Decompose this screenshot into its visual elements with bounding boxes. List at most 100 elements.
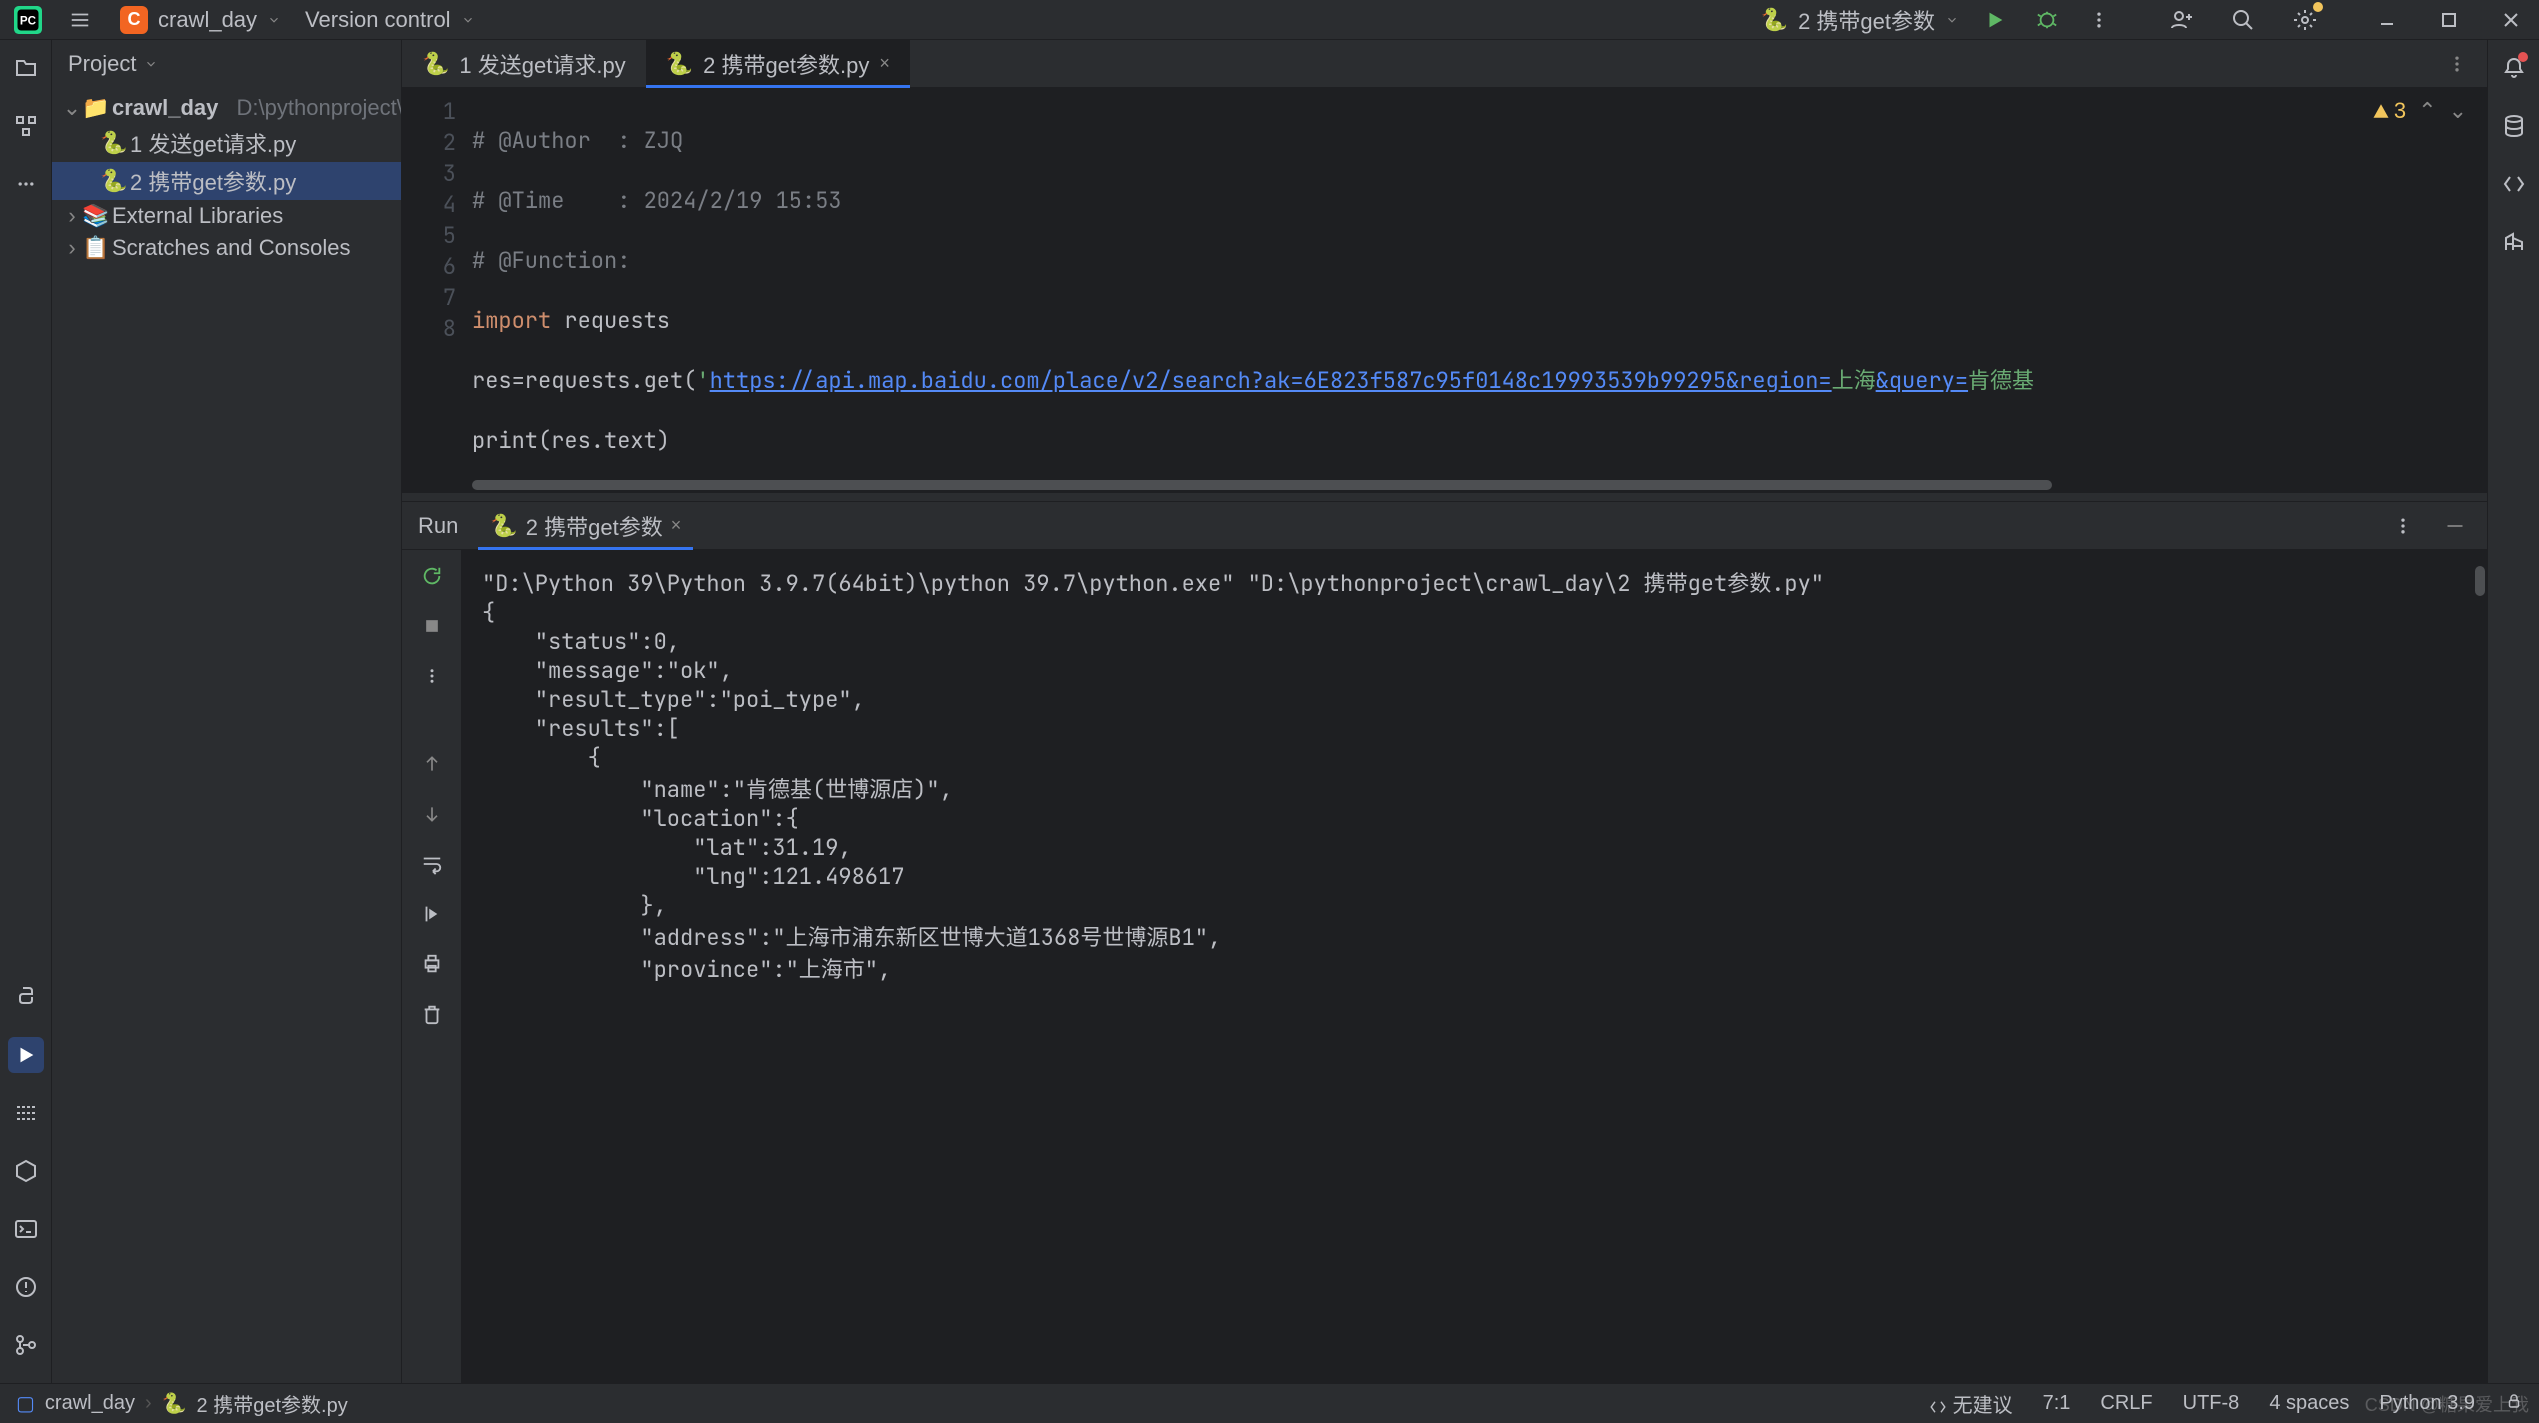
code-content[interactable]: # @Author : ZJQ # @Time : 2024/2/19 15:5… — [472, 88, 2487, 478]
python-file-icon: 🐍 — [490, 513, 517, 539]
breadcrumb-file[interactable]: 2 携带get参数.py — [197, 1389, 348, 1418]
vcs-tool-icon[interactable] — [8, 1327, 44, 1363]
library-icon: 📚 — [86, 203, 106, 229]
suggestion-status[interactable]: 无建议 — [1929, 1389, 2013, 1418]
database-tool-icon[interactable] — [2496, 108, 2532, 144]
run-pane-options-icon[interactable] — [2387, 510, 2419, 542]
version-control-menu[interactable]: Version control — [305, 7, 475, 33]
chevron-down-icon — [1945, 13, 1959, 27]
chevron-right-icon[interactable]: › — [64, 235, 80, 261]
chevron-right-icon[interactable]: › — [64, 203, 80, 229]
chevron-down-icon[interactable]: ⌄ — [64, 95, 80, 121]
breadcrumb-root[interactable]: crawl_day — [45, 1392, 135, 1415]
python-file-icon: 🐍 — [422, 51, 449, 77]
window-close-icon[interactable] — [2495, 4, 2527, 36]
file-encoding[interactable]: UTF-8 — [2183, 1392, 2240, 1415]
editor-tab-active[interactable]: 🐍 2 携带get参数.py × — [646, 40, 910, 87]
project-name: crawl_day — [158, 7, 257, 33]
window-maximize-icon[interactable] — [2433, 4, 2465, 36]
scroll-to-end-icon[interactable] — [416, 898, 448, 930]
debug-button[interactable] — [2031, 4, 2063, 36]
chevron-down-icon — [144, 57, 158, 71]
project-pane: Project ⌄ 📁 crawl_day D:\pythonproject\c… — [52, 40, 402, 1383]
line-gutter: 1 2 3 4 5 6 7 8 — [402, 88, 472, 478]
project-tool-icon[interactable] — [8, 50, 44, 86]
ide-logo-icon: PC — [12, 4, 44, 36]
watermark: CSDN @糖果爱上我 — [2365, 1391, 2529, 1417]
folder-icon: 📁 — [86, 95, 106, 121]
main-menu-icon[interactable] — [64, 4, 96, 36]
hide-pane-icon[interactable] — [2439, 510, 2471, 542]
project-pane-header[interactable]: Project — [52, 40, 401, 88]
editor-tabs: 🐍 1 发送get请求.py 🐍 2 携带get参数.py × — [402, 40, 2487, 88]
close-tab-icon[interactable]: × — [879, 53, 890, 74]
close-tab-icon[interactable]: × — [671, 515, 682, 536]
tree-file-selected[interactable]: 🐍 2 携带get参数.py — [52, 162, 401, 200]
project-tree[interactable]: ⌄ 📁 crawl_day D:\pythonproject\crawl_day… — [52, 88, 401, 1383]
inspection-warning-badge[interactable]: 3 — [2372, 98, 2406, 124]
code-with-me-icon[interactable] — [2165, 4, 2197, 36]
python-console-icon[interactable] — [8, 979, 44, 1015]
console-output[interactable]: "D:\Python 39\Python 3.9.7(64bit)\python… — [462, 550, 2487, 1383]
tree-file[interactable]: 🐍 1 发送get请求.py — [52, 124, 401, 162]
caret-position[interactable]: 7:1 — [2043, 1392, 2071, 1415]
python-icon: 🐍 — [1761, 7, 1788, 33]
tree-external-libraries[interactable]: › 📚 External Libraries — [52, 200, 401, 232]
problems-tool-icon[interactable] — [8, 1269, 44, 1305]
chevron-down-icon — [461, 13, 475, 27]
notification-dot — [2518, 52, 2528, 62]
run-configuration-selector[interactable]: 🐍 2 携带get参数 — [1761, 4, 1959, 36]
editor-horizontal-scrollbar[interactable] — [402, 478, 2487, 492]
settings-icon[interactable] — [2289, 4, 2321, 36]
chevron-down-icon — [267, 13, 281, 27]
navbar-module-icon[interactable]: ▢ — [16, 1391, 35, 1416]
ai-assistant-icon[interactable] — [2496, 166, 2532, 202]
more-icon[interactable] — [416, 660, 448, 692]
project-selector[interactable]: C crawl_day — [120, 6, 281, 34]
clear-all-icon[interactable] — [416, 998, 448, 1030]
pane-separator[interactable] — [402, 492, 2487, 502]
structure-tool-icon[interactable] — [8, 108, 44, 144]
python-file-icon: 🐍 — [104, 168, 124, 194]
tree-root[interactable]: ⌄ 📁 crawl_day D:\pythonproject\crawl_day — [52, 92, 401, 124]
run-pane: Run 🐍 2 携带get参数 × — [402, 502, 2487, 1383]
run-toolbar — [402, 550, 462, 1383]
python-file-icon: 🐍 — [104, 130, 124, 156]
prev-highlight-icon[interactable]: ⌃ — [2418, 98, 2436, 124]
search-everywhere-icon[interactable] — [2227, 4, 2259, 36]
settings-update-dot — [2313, 2, 2323, 12]
left-tool-rail — [0, 40, 52, 1383]
scroll-up-icon[interactable] — [416, 748, 448, 780]
soft-wrap-icon[interactable] — [416, 848, 448, 880]
next-highlight-icon[interactable]: ⌄ — [2449, 98, 2467, 124]
status-bar: ▢ crawl_day › 🐍 2 携带get参数.py 无建议 7:1 CRL… — [0, 1383, 2539, 1423]
right-tool-rail — [2487, 40, 2539, 1383]
more-tools-icon[interactable] — [8, 166, 44, 202]
services-tool-icon[interactable] — [8, 1095, 44, 1131]
code-editor[interactable]: 3 ⌃ ⌄ 1 2 3 4 5 6 7 8 # @Author : ZJQ # … — [402, 88, 2487, 478]
rerun-icon[interactable] — [416, 560, 448, 592]
endpoints-tool-icon[interactable] — [2496, 224, 2532, 260]
print-icon[interactable] — [416, 948, 448, 980]
window-minimize-icon[interactable] — [2371, 4, 2403, 36]
tree-scratches[interactable]: › 📋 Scratches and Consoles — [52, 232, 401, 264]
svg-text:PC: PC — [20, 14, 37, 27]
run-tool-icon[interactable] — [8, 1037, 44, 1073]
notifications-icon[interactable] — [2496, 50, 2532, 86]
scroll-down-icon[interactable] — [416, 798, 448, 830]
terminal-tool-icon[interactable] — [8, 1211, 44, 1247]
line-separator[interactable]: CRLF — [2100, 1392, 2152, 1415]
editor-tab[interactable]: 🐍 1 发送get请求.py — [402, 40, 646, 87]
more-run-options-icon[interactable] — [2083, 4, 2115, 36]
stop-icon[interactable] — [416, 610, 448, 642]
run-tab-active[interactable]: 🐍 2 携带get参数 × — [478, 502, 693, 549]
tabs-more-icon[interactable] — [2427, 40, 2487, 87]
indent-setting[interactable]: 4 spaces — [2269, 1392, 2349, 1415]
python-file-icon: 🐍 — [162, 1391, 187, 1416]
run-button[interactable] — [1979, 4, 2011, 36]
console-vertical-scrollbar[interactable] — [2475, 566, 2485, 596]
python-packages-icon[interactable] — [8, 1153, 44, 1189]
titlebar: PC C crawl_day Version control 🐍 2 携带get… — [0, 0, 2539, 40]
python-file-icon: 🐍 — [666, 51, 693, 77]
run-pane-title: Run — [418, 513, 458, 539]
